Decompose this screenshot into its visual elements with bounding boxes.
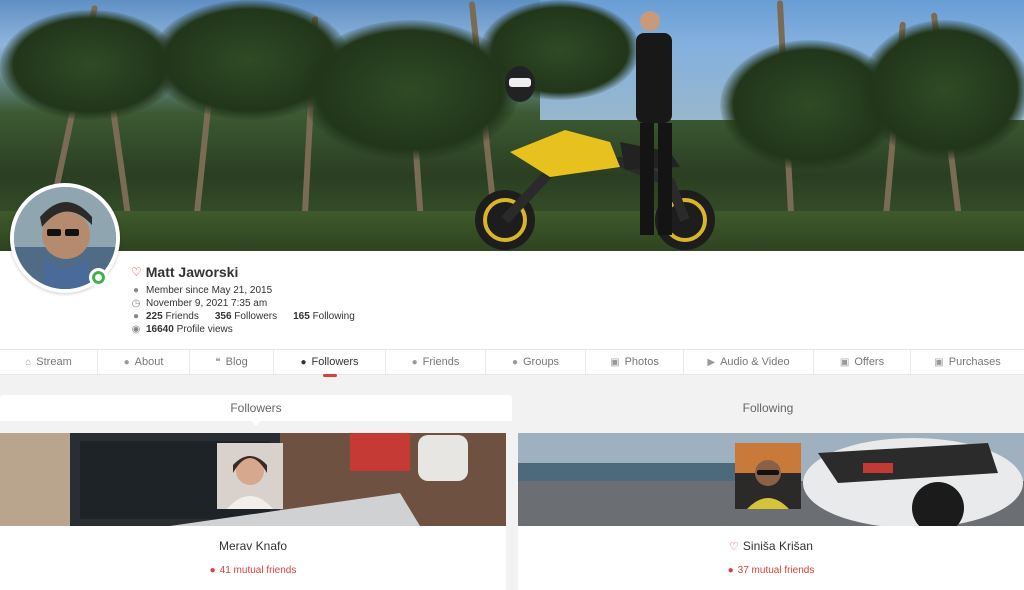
online-status-indicator [89,268,108,287]
users-icon: ● [727,565,734,576]
avatar-photo [735,443,801,509]
friends-stat[interactable]: 225 Friends [146,311,199,322]
user-plus-icon: ● [132,285,140,296]
followers-count: 356 [214,311,232,322]
card-name-text: Merav Knafo [218,539,288,553]
following-stat[interactable]: 165 Following [293,311,355,322]
rider-illustration [636,11,672,235]
following-count: 165 [293,311,310,322]
tab-label: Groups [522,356,560,368]
palm-fronds [860,20,1024,160]
followers-label: Followers [234,311,278,322]
gift-icon: ▣ [839,356,850,368]
users-icon: ● [209,565,216,576]
cover-photo [0,0,1024,251]
flag-icon: ♡ [729,540,739,553]
tab-stream[interactable]: ⌂ Stream [0,350,98,374]
profile-nav: ⌂ Stream ● About ❝ Blog ● Followers ● Fr… [0,349,1024,377]
user-circle-icon: ● [123,356,130,368]
tab-label: Purchases [948,356,1001,368]
member-since-row: ● Member since May 21, 2015 [131,285,272,296]
mutual-friends-text: 41 mutual friends [219,565,297,576]
subtab-label: Followers [230,401,282,415]
tab-label: Blog [225,356,248,368]
tab-label: Stream [36,356,72,368]
home-icon: ⌂ [25,356,32,368]
users-icon: ● [132,311,140,322]
quote-icon: ❝ [215,356,221,368]
profile-name-row: ♡ Matt Jaworski [131,264,238,280]
tab-label: About [134,356,164,368]
tab-label: Friends [422,356,460,368]
card-name[interactable]: ♡ Siniša Krišan [518,539,1024,553]
subtab-label: Following [742,401,794,415]
cart-icon: ▣ [934,356,944,368]
clock-icon: ◷ [131,298,141,309]
tab-friends[interactable]: ● Friends [386,350,486,374]
tab-blog[interactable]: ❝ Blog [190,350,274,374]
flag-icon: ♡ [131,265,142,279]
follow-subtabs: Followers Following [0,395,1024,426]
views-label: Profile views [176,324,233,335]
eye-icon: ◉ [131,324,141,335]
tab-photos[interactable]: ▣ Photos [586,350,684,374]
tab-about[interactable]: ● About [98,350,190,374]
tab-audio-video[interactable]: ▶ Audio & Video [684,350,814,374]
mutual-friends-link[interactable]: ● 37 mutual friends [518,565,1024,576]
user-check-icon: ● [300,356,307,368]
camera-icon: ▣ [610,356,620,368]
users-icon: ● [411,356,418,368]
last-seen-text: November 9, 2021 7:35 am [146,298,268,309]
following-label: Following [312,311,355,322]
avatar-photo [217,443,283,509]
friends-label: Friends [165,311,199,322]
tab-label: Followers [311,356,359,368]
views-row: ◉ 16640 Profile views [131,324,233,335]
views-count: 16640 [146,324,174,335]
card-name-text: Siniša Krišan [742,539,813,553]
subtab-following[interactable]: Following [512,395,1024,421]
stats-row: ● 225 Friends 356 Followers 165 Followin… [131,311,355,322]
member-since-text: Member since May 21, 2015 [146,285,273,296]
tab-label: Photos [624,356,659,368]
mutual-friends-link[interactable]: ● 41 mutual friends [0,565,506,576]
followers-stat[interactable]: 356 Followers [215,311,277,322]
tab-label: Audio & Video [720,356,790,368]
tab-purchases[interactable]: ▣ Purchases [911,350,1024,374]
mutual-friends-text: 37 mutual friends [737,565,815,576]
tab-groups[interactable]: ● Groups [486,350,586,374]
profile-name[interactable]: Matt Jaworski [146,264,239,280]
card-name[interactable]: Merav Knafo [0,539,506,553]
follower-avatar[interactable] [217,443,283,514]
tab-offers[interactable]: ▣ Offers [814,350,911,374]
youtube-icon: ▶ [707,356,716,368]
views-stat: 16640 Profile views [146,324,233,335]
friends-count: 225 [146,311,163,322]
helmet-illustration [505,66,535,102]
tab-label: Offers [854,356,885,368]
last-seen-row: ◷ November 9, 2021 7:35 am [131,298,268,309]
tab-followers[interactable]: ● Followers [274,350,386,377]
subtab-followers[interactable]: Followers [0,395,512,426]
follower-avatar[interactable] [735,443,801,514]
group-icon: ● [511,356,518,368]
